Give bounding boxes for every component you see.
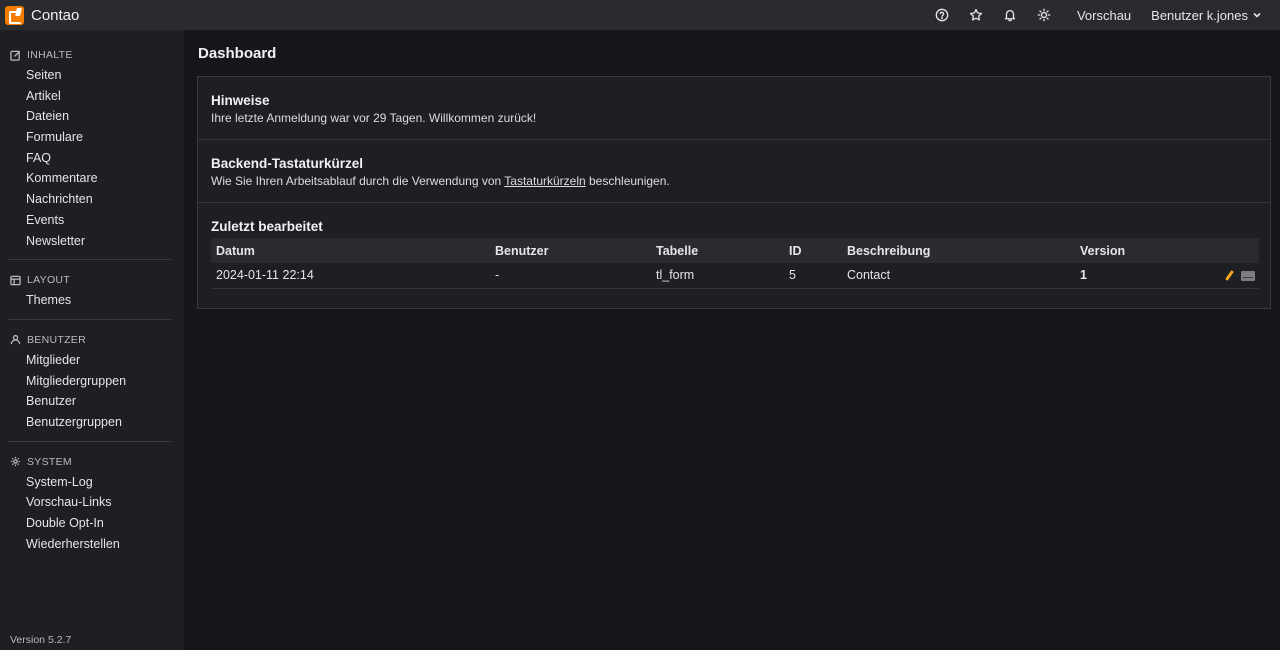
cell-datum: 2024-01-11 22:14 — [216, 268, 314, 283]
top-bar: Contao Vorschau Benutzer k.jones — [0, 0, 1280, 30]
preview-link[interactable]: Vorschau — [1067, 8, 1141, 23]
sidebar-item-faq[interactable]: FAQ — [8, 148, 176, 169]
shortcuts-title: Backend-Tastaturkürzel — [211, 156, 364, 171]
recent-title: Zuletzt bearbeitet — [211, 219, 323, 234]
nav-group-benutzer: BENUTZER Mitglieder Mitgliedergruppen Be… — [0, 330, 184, 433]
sidebar: INHALTE Seiten Artikel Dateien Formulare… — [0, 30, 184, 650]
nav-heading-system[interactable]: SYSTEM — [8, 452, 176, 472]
cell-beschreibung: Contact — [847, 268, 891, 283]
sidebar-item-mitgliedergruppen[interactable]: Mitgliedergruppen — [8, 371, 176, 392]
app-title: Contao — [31, 6, 80, 24]
sidebar-item-vorschau-links[interactable]: Vorschau-Links — [8, 492, 176, 513]
cell-benutzer: - — [495, 268, 500, 283]
star-icon[interactable] — [959, 0, 993, 30]
sidebar-item-formulare[interactable]: Formulare — [8, 127, 176, 148]
nav-divider — [8, 440, 171, 442]
sidebar-item-nachrichten[interactable]: Nachrichten — [8, 189, 176, 210]
gear-icon — [10, 457, 21, 467]
shortcuts-link[interactable]: Tastaturkürzeln — [504, 174, 585, 188]
user-icon — [10, 335, 21, 345]
sidebar-item-system-log[interactable]: System-Log — [8, 472, 176, 493]
nav-divider — [8, 259, 171, 261]
sidebar-item-themes[interactable]: Themes — [8, 290, 176, 311]
cell-id: 5 — [789, 268, 796, 283]
sidebar-item-double-opt-in[interactable]: Double Opt-In — [8, 513, 176, 534]
nav-heading-layout[interactable]: LAYOUT — [8, 270, 176, 290]
sun-icon[interactable] — [1027, 0, 1061, 30]
edit-pencil-icon[interactable] — [1224, 270, 1234, 282]
table-header-row: Datum Benutzer Tabelle ID Beschreibung V… — [211, 238, 1259, 263]
nav-group-inhalte: INHALTE Seiten Artikel Dateien Formulare… — [0, 45, 184, 251]
layout-icon — [10, 275, 21, 285]
sidebar-item-benutzer[interactable]: Benutzer — [8, 391, 176, 412]
nav-divider — [8, 318, 171, 320]
sidebar-item-newsletter[interactable]: Newsletter — [8, 231, 176, 252]
sidebar-item-events[interactable]: Events — [8, 210, 176, 231]
column-header-id: ID — [789, 243, 802, 258]
sidebar-item-benutzergruppen[interactable]: Benutzergruppen — [8, 412, 176, 433]
main-content: Dashboard Hinweise Ihre letzte Anmeldung… — [184, 30, 1280, 650]
help-icon[interactable] — [925, 0, 959, 30]
chevron-down-icon — [1253, 12, 1261, 18]
cell-version: 1 — [1080, 268, 1087, 283]
preview-icon[interactable] — [1241, 270, 1255, 281]
nav-heading-benutzer[interactable]: BENUTZER — [8, 330, 176, 350]
sidebar-item-artikel[interactable]: Artikel — [8, 86, 176, 107]
dashboard-panel: Hinweise Ihre letzte Anmeldung war vor 2… — [197, 76, 1271, 309]
cell-actions — [1195, 263, 1259, 288]
nav-group-system: SYSTEM System-Log Vorschau-Links Double … — [0, 452, 184, 555]
hints-section: Hinweise Ihre letzte Anmeldung war vor 2… — [198, 77, 1270, 140]
hints-title: Hinweise — [211, 93, 270, 108]
column-header-beschreibung: Beschreibung — [847, 243, 931, 258]
sidebar-item-mitglieder[interactable]: Mitglieder — [8, 350, 176, 371]
bell-icon[interactable] — [993, 0, 1027, 30]
version-label: Version 5.2.7 — [10, 634, 72, 646]
edit-icon — [10, 50, 21, 61]
column-header-datum: Datum — [216, 243, 255, 258]
recent-section: Zuletzt bearbeitet Datum Benutzer Tabell… — [198, 203, 1270, 289]
shortcuts-section: Backend-Tastaturkürzel Wie Sie Ihren Arb… — [198, 140, 1270, 203]
column-header-tabelle: Tabelle — [656, 243, 699, 258]
shortcuts-text: Wie Sie Ihren Arbeitsablauf durch die Ve… — [211, 174, 670, 188]
app-logo[interactable]: Contao — [0, 0, 79, 30]
column-header-version: Version — [1080, 243, 1126, 258]
column-header-actions — [1195, 238, 1259, 263]
sidebar-item-kommentare[interactable]: Kommentare — [8, 168, 176, 189]
recent-table: Datum Benutzer Tabelle ID Beschreibung V… — [211, 238, 1259, 289]
table-row: 2024-01-11 22:14 - tl_form 5 Contact 1 — [211, 263, 1259, 288]
column-header-benutzer: Benutzer — [495, 243, 549, 258]
sidebar-item-seiten[interactable]: Seiten — [8, 65, 176, 86]
nav-group-layout: LAYOUT Themes — [0, 270, 184, 311]
cell-tabelle: tl_form — [656, 268, 695, 283]
contao-logo-icon — [5, 5, 24, 25]
nav-heading-inhalte[interactable]: INHALTE — [8, 45, 176, 65]
sidebar-item-wiederherstellen[interactable]: Wiederherstellen — [8, 534, 176, 555]
user-menu-label: Benutzer k.jones — [1151, 7, 1248, 23]
sidebar-item-dateien[interactable]: Dateien — [8, 106, 176, 127]
hints-text: Ihre letzte Anmeldung war vor 29 Tagen. … — [211, 111, 537, 125]
page-title: Dashboard — [198, 45, 277, 62]
user-menu[interactable]: Benutzer k.jones — [1141, 8, 1272, 23]
